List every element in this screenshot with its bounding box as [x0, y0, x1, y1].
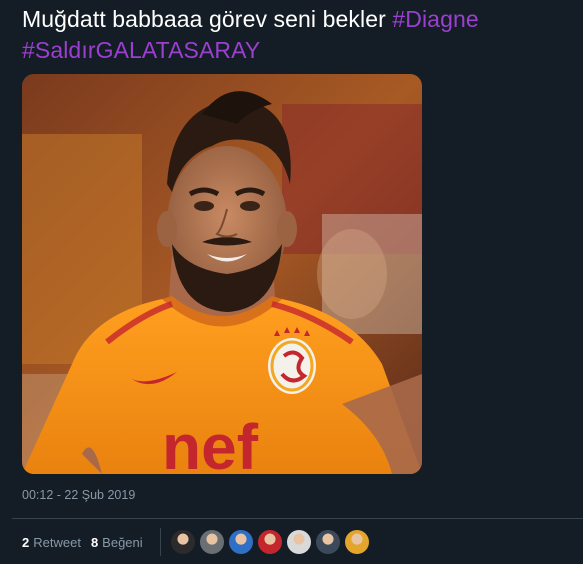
retweet-label: Retweet — [33, 535, 81, 550]
stats-divider — [12, 518, 583, 519]
stats-separator — [160, 528, 161, 556]
retweet-count[interactable]: 2 Retweet — [22, 535, 81, 550]
tweet-text-lead: Muğdatt babbaaa görev seni bekler — [22, 6, 393, 32]
avatar-2[interactable] — [200, 530, 224, 554]
avatar-6[interactable] — [316, 530, 340, 554]
avatar-7[interactable] — [345, 530, 369, 554]
tweet-media-photo[interactable]: nef — [22, 74, 422, 474]
avatar-1[interactable] — [171, 530, 195, 554]
tweet-text: Muğdatt babbaaa görev seni bekler #Diagn… — [22, 4, 577, 66]
hashtag-saldir-galatasaray[interactable]: #SaldırGALATASARAY — [22, 37, 260, 63]
hashtag-diagne[interactable]: #Diagne — [392, 6, 478, 32]
player-photo: nef — [22, 74, 422, 474]
tweet-stats: 2 Retweet 8 Beğeni — [22, 535, 153, 550]
avatar-3[interactable] — [229, 530, 253, 554]
tweet-timestamp[interactable]: 00:12 - 22 Şub 2019 — [22, 488, 135, 502]
tweet: Muğdatt babbaaa görev seni bekler #Diagn… — [0, 0, 583, 564]
like-label: Beğeni — [102, 535, 143, 550]
avatar-4[interactable] — [258, 530, 282, 554]
like-count[interactable]: 8 Beğeni — [91, 535, 143, 550]
jersey-sponsor-text: nef — [162, 411, 259, 474]
retweet-count-value: 2 — [22, 535, 30, 550]
like-count-value: 8 — [90, 535, 99, 550]
engager-avatars — [171, 530, 374, 554]
avatar-5[interactable] — [287, 530, 311, 554]
